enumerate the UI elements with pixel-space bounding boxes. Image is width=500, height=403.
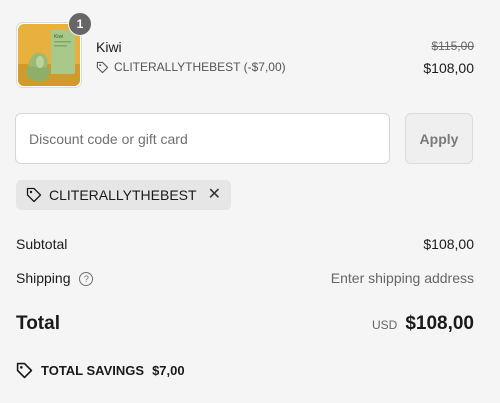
savings-value: $7,00 [152, 363, 185, 378]
apply-button[interactable]: Apply [405, 113, 473, 164]
product-name: Kiwi [96, 39, 122, 55]
original-price: $115,00 [431, 39, 475, 53]
quantity-badge: 1 [68, 12, 92, 36]
product-discount: CLITERALLYTHEBEST (-$7,00) [96, 60, 286, 74]
tag-icon [26, 187, 42, 203]
total-value: $108,00 [405, 313, 474, 334]
subtotal-label: Subtotal [16, 236, 68, 252]
remove-discount-icon[interactable]: ✕ [208, 187, 221, 203]
total-savings: TOTAL SAVINGS $7,00 [16, 362, 185, 379]
savings-tag-icon [16, 362, 33, 379]
tag-icon [96, 61, 109, 73]
thumbnail-text: Kiwi [54, 34, 63, 40]
applied-code-label: CLITERALLYTHEBEST [49, 187, 197, 203]
subtotal-row: Subtotal $108,00 [16, 236, 474, 252]
discount-code-input[interactable] [15, 113, 390, 164]
savings-label: TOTAL SAVINGS [41, 363, 145, 378]
total-row: Total USD $108,00 [16, 313, 474, 335]
shipping-row: Shipping ? Enter shipping address [16, 270, 474, 286]
line-item: Kiwi 1 Kiwi CLITERALLYTHEBEST (-$7,00) $… [16, 12, 475, 88]
total-amount: USD $108,00 [372, 313, 474, 335]
currency-code: USD [371, 318, 398, 332]
subtotal-value: $108,00 [423, 236, 474, 252]
shipping-value: Enter shipping address [330, 270, 474, 286]
applied-discount-chip: CLITERALLYTHEBEST ✕ [16, 180, 231, 210]
product-discount-label: CLITERALLYTHEBEST (-$7,00) [114, 60, 286, 74]
help-icon[interactable]: ? [79, 272, 94, 286]
product-image: Kiwi [18, 24, 80, 86]
current-price: $108,00 [423, 60, 474, 76]
shipping-label: Shipping [16, 270, 71, 286]
total-label: Total [16, 313, 60, 334]
product-thumbnail: Kiwi 1 [16, 12, 92, 88]
